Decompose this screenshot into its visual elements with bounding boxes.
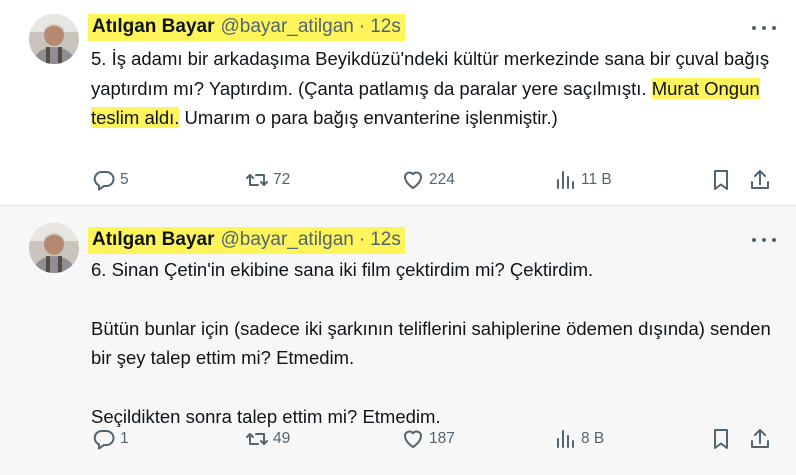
like-count: 187 [429, 430, 455, 447]
reply-button[interactable]: 1 [92, 427, 129, 451]
author-handle[interactable]: @bayar_atilgan [220, 229, 353, 251]
author-handle[interactable]: @bayar_atilgan [220, 16, 353, 38]
bookmark-icon [714, 429, 728, 449]
header-highlight: Atılgan Bayar @bayar_atilgan · 12s [88, 13, 405, 41]
separator: · [358, 229, 366, 250]
tweet-text: 5. İş adamı bir arkadaşıma Beyikdüzü'nde… [91, 44, 781, 133]
tweet[interactable]: Atılgan Bayar @bayar_atilgan · 12s 5. İş… [0, 0, 796, 205]
tweet-header: Atılgan Bayar @bayar_atilgan · 12s [88, 226, 405, 254]
views-chart-icon [557, 171, 574, 189]
like-button[interactable]: 224 [401, 168, 455, 192]
reply-icon [93, 171, 115, 191]
action-bar: 5 72 224 11 B [0, 168, 796, 192]
like-count: 224 [429, 171, 455, 188]
bookmark-button[interactable] [709, 168, 733, 192]
heart-icon [404, 430, 422, 448]
separator: · [358, 16, 366, 37]
tweet-header: Atılgan Bayar @bayar_atilgan · 12s [88, 13, 405, 41]
retweet-button[interactable]: 72 [245, 168, 290, 192]
more-dots-icon[interactable] [752, 18, 776, 38]
views-count: 8 B [581, 430, 605, 447]
reply-count: 1 [120, 430, 129, 447]
tweet[interactable]: Atılgan Bayar @bayar_atilgan · 12s 6. Si… [0, 205, 796, 475]
heart-icon [404, 171, 422, 189]
retweet-icon [246, 433, 268, 445]
reply-count: 5 [120, 171, 129, 188]
views-button[interactable]: 11 B [553, 168, 612, 192]
tweet-paragraph: 6. Sinan Çetin'in ekibine sana iki film … [91, 259, 594, 280]
views-button[interactable]: 8 B [553, 427, 604, 451]
timestamp[interactable]: 12s [370, 16, 401, 38]
retweet-button[interactable]: 49 [245, 427, 290, 451]
retweet-count: 72 [273, 171, 291, 188]
avatar[interactable] [29, 223, 79, 273]
header-highlight: Atılgan Bayar @bayar_atilgan · 12s [88, 226, 405, 254]
bookmark-button[interactable] [709, 427, 733, 451]
tweet-text-part: Umarım o para bağış envanterine işlenmiş… [179, 107, 558, 128]
timestamp[interactable]: 12s [370, 229, 401, 251]
author-name[interactable]: Atılgan Bayar [92, 16, 214, 38]
share-button[interactable] [748, 427, 772, 451]
avatar[interactable] [29, 14, 79, 64]
author-name[interactable]: Atılgan Bayar [92, 229, 214, 251]
reply-icon [93, 430, 115, 450]
share-icon [751, 429, 769, 448]
bookmark-icon [714, 170, 728, 190]
retweet-icon [246, 174, 268, 186]
retweet-count: 49 [273, 430, 291, 447]
views-chart-icon [557, 430, 574, 448]
share-button[interactable] [748, 168, 772, 192]
more-dots-icon[interactable] [752, 230, 776, 250]
action-bar: 1 49 187 8 B [0, 427, 796, 451]
tweet-text: 6. Sinan Çetin'in ekibine sana iki film … [91, 255, 781, 431]
share-icon [751, 170, 769, 189]
reply-button[interactable]: 5 [92, 168, 129, 192]
tweet-paragraph: Bütün bunlar için (sadece iki şarkının t… [91, 317, 771, 369]
views-count: 11 B [581, 171, 612, 188]
like-button[interactable]: 187 [401, 427, 455, 451]
